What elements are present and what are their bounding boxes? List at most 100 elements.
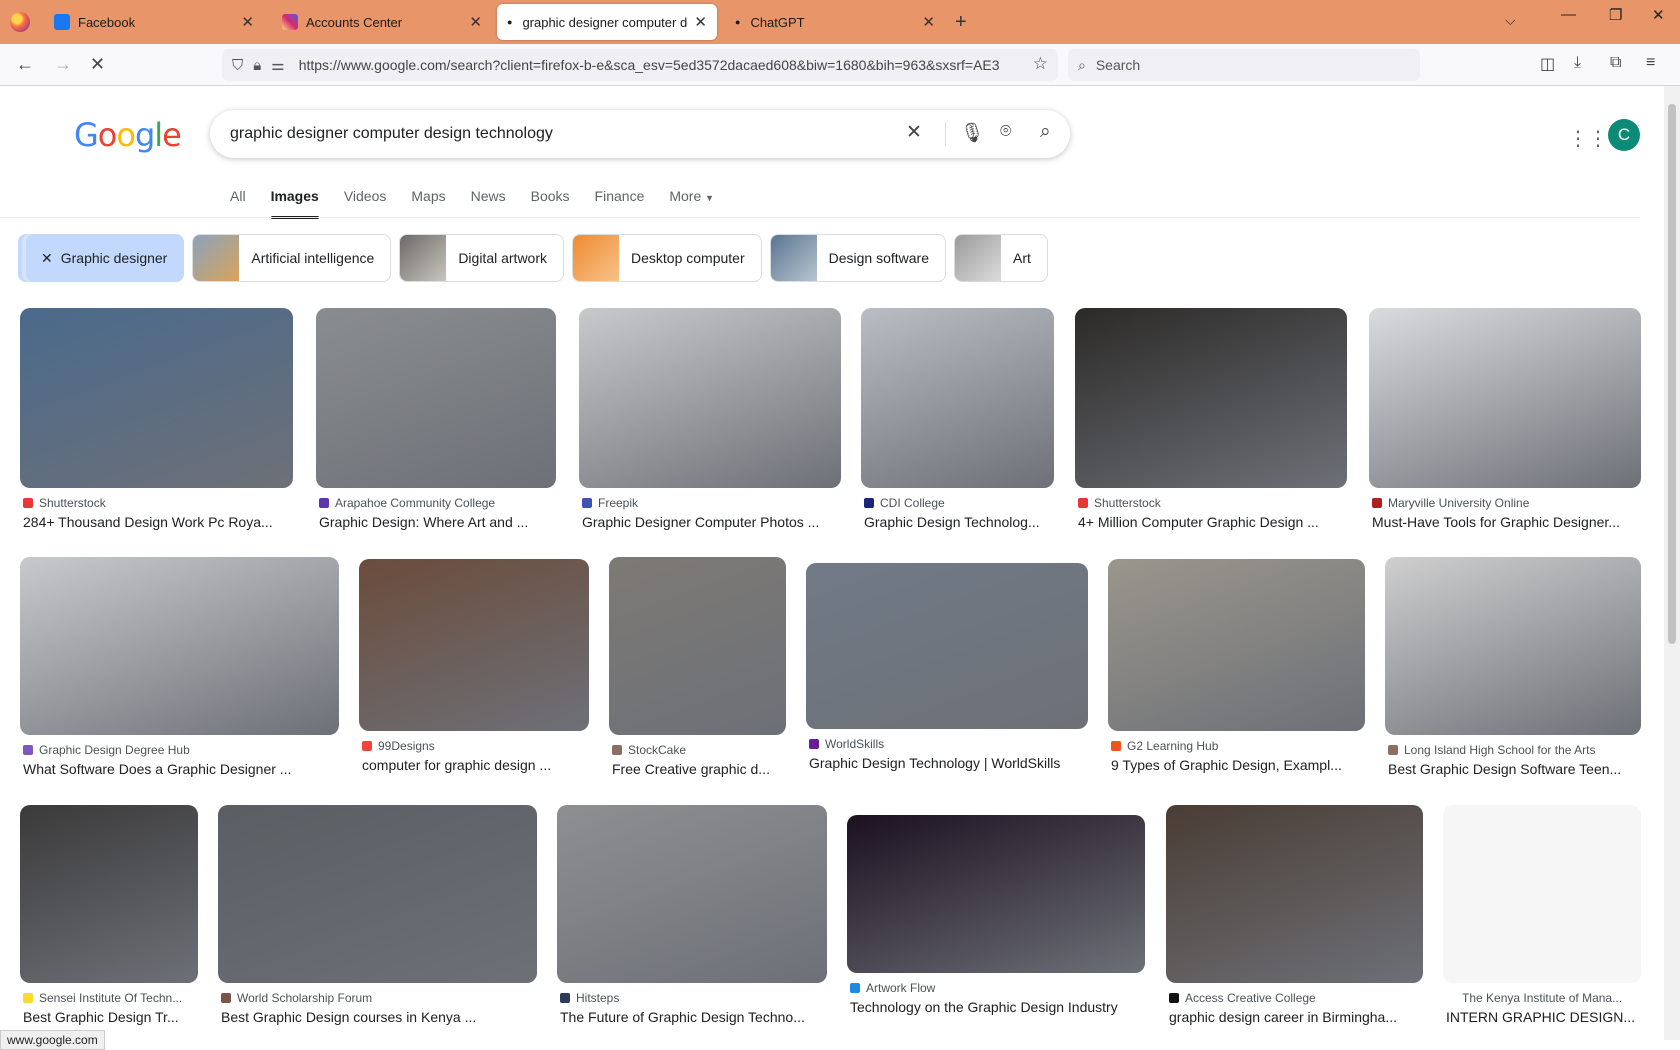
close-tab-icon[interactable]: ✕ (694, 13, 707, 31)
avatar[interactable]: C (1608, 119, 1640, 151)
pocket-icon[interactable]: ◫ (1540, 54, 1555, 74)
result-image[interactable] (1369, 308, 1641, 488)
result-image[interactable] (847, 815, 1145, 973)
chip-desktop-computer[interactable]: Desktop computer (572, 234, 762, 282)
result-image[interactable] (316, 308, 556, 488)
chip-graphic-designer[interactable]: ✕ Graphic designer (26, 234, 185, 282)
close-window-icon[interactable]: ✕ (1652, 6, 1665, 24)
result-source[interactable]: 99Designs (362, 739, 592, 753)
result-image[interactable] (1443, 805, 1641, 983)
result-title[interactable]: Graphic Design: Where Art and ... (319, 514, 559, 530)
microphone-icon[interactable]: 🎙︎ (960, 121, 984, 145)
result-image[interactable] (218, 805, 537, 983)
search-icon[interactable]: ⌕ (1040, 121, 1051, 143)
result-title[interactable]: Graphic Design Technology | WorldSkills (809, 755, 1091, 771)
chip-digital-artwork[interactable]: Digital artwork (399, 234, 565, 282)
new-tab-button[interactable]: + (955, 11, 967, 34)
downloads-icon[interactable]: ⤓ (1574, 54, 1581, 72)
result-source[interactable]: StockCake (612, 743, 789, 757)
result-title[interactable]: 4+ Million Computer Graphic Design ... (1078, 514, 1350, 530)
result-image[interactable] (1385, 557, 1641, 735)
result-image[interactable] (1075, 308, 1347, 488)
shield-icon[interactable]: ⛉ (232, 57, 243, 74)
bookmark-star-icon[interactable]: ☆ (1033, 54, 1048, 74)
close-tab-icon[interactable]: ✕ (922, 13, 935, 31)
remove-chip-icon[interactable]: ✕ (41, 250, 53, 267)
result-image[interactable] (359, 559, 589, 731)
back-icon[interactable]: ← (16, 54, 34, 75)
result-image[interactable] (806, 563, 1088, 729)
tab-news[interactable]: News (471, 188, 506, 218)
result-title[interactable]: Technology on the Graphic Design Industr… (850, 999, 1148, 1015)
result-title[interactable]: Best Graphic Design courses in Kenya ... (221, 1009, 540, 1025)
close-tab-icon[interactable]: ✕ (469, 13, 482, 31)
result-title[interactable]: 9 Types of Graphic Design, Exampl... (1111, 757, 1368, 773)
result-image[interactable] (20, 308, 293, 488)
result-source[interactable]: Shutterstock (23, 496, 296, 510)
chip-design-software[interactable]: Design software (769, 234, 947, 282)
result-image[interactable] (861, 308, 1054, 488)
result-source[interactable]: Maryville University Online (1372, 496, 1644, 510)
result-source[interactable]: CDI College (864, 496, 1057, 510)
tab-images[interactable]: Images (270, 188, 320, 219)
chip-art[interactable]: Art (954, 234, 1048, 282)
tab-videos[interactable]: Videos (344, 188, 387, 218)
browser-search-field[interactable]: ⌕ Search (1068, 49, 1420, 81)
scrollbar-thumb[interactable] (1668, 104, 1676, 644)
result-title[interactable]: 284+ Thousand Design Work Pc Roya... (23, 514, 296, 530)
result-source[interactable]: The Kenya Institute of Mana... (1446, 991, 1644, 1005)
url-text[interactable]: https://www.google.com/search?client=fir… (299, 57, 999, 73)
result-image[interactable] (609, 557, 786, 735)
result-image[interactable] (20, 557, 339, 735)
result-image[interactable] (579, 308, 841, 488)
result-source[interactable]: Shutterstock (1078, 496, 1350, 510)
tab-all[interactable]: All (230, 188, 246, 218)
result-image[interactable] (1108, 559, 1365, 731)
tab-more[interactable]: More ▼ (669, 188, 714, 218)
result-title[interactable]: What Software Does a Graphic Designer ..… (23, 761, 342, 777)
list-tabs-icon[interactable]: ⌵ (1505, 12, 1516, 29)
search-query[interactable]: graphic designer computer design technol… (230, 125, 553, 143)
tab-maps[interactable]: Maps (411, 188, 445, 218)
result-source[interactable]: Artwork Flow (850, 981, 1148, 995)
chip-artificial-intelligence[interactable]: Artificial intelligence (192, 234, 392, 282)
result-title[interactable]: Free Creative graphic d... (612, 761, 789, 777)
tab-finance[interactable]: Finance (595, 188, 645, 218)
result-source[interactable]: WorldSkills (809, 737, 1091, 751)
result-source[interactable]: World Scholarship Forum (221, 991, 540, 1005)
lock-icon[interactable]: 🔒︎ (253, 57, 261, 74)
result-image[interactable] (1166, 805, 1423, 983)
tab-google-search[interactable]: ● graphic designer computer design ✕ (497, 4, 717, 40)
firefox-menu-icon[interactable] (10, 12, 30, 32)
tab-chatgpt[interactable]: ● ChatGPT ✕ (725, 4, 945, 40)
result-title[interactable]: computer for graphic design ... (362, 757, 592, 773)
result-source[interactable]: G2 Learning Hub (1111, 739, 1368, 753)
result-title[interactable]: Graphic Designer Computer Photos ... (582, 514, 844, 530)
result-title[interactable]: Best Graphic Design Tr... (23, 1009, 201, 1025)
clear-icon[interactable]: ✕ (906, 121, 922, 144)
result-source[interactable]: Access Creative College (1169, 991, 1426, 1005)
result-source[interactable]: Graphic Design Degree Hub (23, 743, 342, 757)
result-title[interactable]: graphic design career in Birmingha... (1169, 1009, 1426, 1025)
restore-icon[interactable]: ❐ (1609, 6, 1622, 24)
result-source[interactable]: Arapahoe Community College (319, 496, 559, 510)
lens-camera-icon[interactable]: ⌾ (1000, 121, 1011, 143)
forward-icon[interactable]: → (54, 54, 72, 75)
result-title[interactable]: The Future of Graphic Design Techno... (560, 1009, 830, 1025)
tab-facebook[interactable]: Facebook ✕ (44, 4, 264, 40)
menu-icon[interactable]: ≡ (1646, 54, 1655, 72)
address-bar[interactable]: ⛉ 🔒︎ ⚌ https://www.google.com/search?cli… (222, 49, 1058, 81)
tab-books[interactable]: Books (531, 188, 570, 218)
result-source[interactable]: Hitsteps (560, 991, 830, 1005)
close-tab-icon[interactable]: ✕ (241, 13, 254, 31)
result-image[interactable] (20, 805, 198, 983)
result-source[interactable]: Long Island High School for the Arts (1388, 743, 1644, 757)
extensions-icon[interactable]: ⧉ (1610, 54, 1621, 72)
result-source[interactable]: Freepik (582, 496, 844, 510)
result-source[interactable]: Sensei Institute Of Techn... (23, 991, 201, 1005)
stop-loading-icon[interactable]: ✕ (90, 54, 105, 75)
result-image[interactable] (557, 805, 827, 983)
result-title[interactable]: Must-Have Tools for Graphic Designer... (1372, 514, 1644, 530)
result-title[interactable]: Best Graphic Design Software Teen... (1388, 761, 1644, 777)
google-search-box[interactable]: graphic designer computer design technol… (210, 110, 1070, 158)
